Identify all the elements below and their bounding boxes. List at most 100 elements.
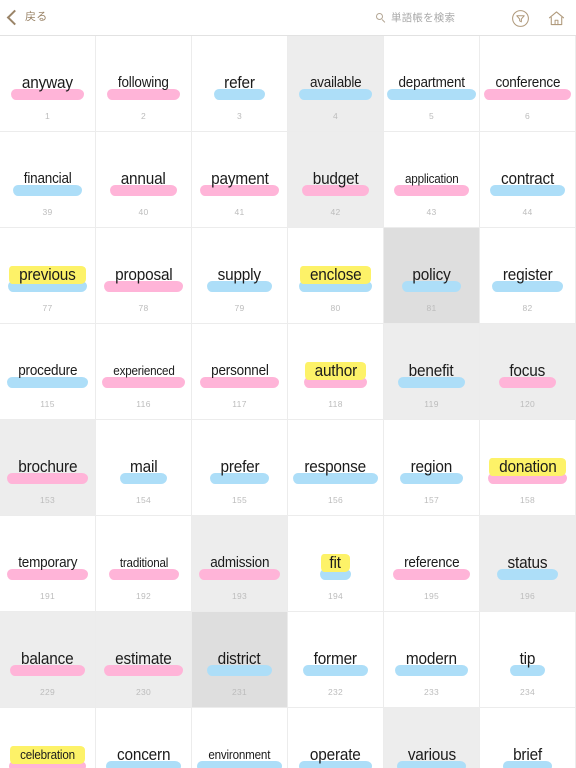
- word-card[interactable]: modern 233: [384, 612, 480, 708]
- word-card[interactable]: admission 193: [192, 516, 288, 612]
- word-card[interactable]: temporary 191: [0, 516, 96, 612]
- word-card[interactable]: celebration: [0, 708, 96, 768]
- word-card[interactable]: balance 229: [0, 612, 96, 708]
- word-card[interactable]: status 196: [480, 516, 576, 612]
- word-card[interactable]: experienced 116: [96, 324, 192, 420]
- word-card-body: brief: [480, 738, 575, 768]
- word-card-body: financial: [0, 162, 95, 196]
- word-text: region: [410, 458, 453, 476]
- word-highlight-group: available: [298, 72, 373, 100]
- word-highlight-group: status: [497, 552, 558, 580]
- word-card-body: budget: [288, 162, 383, 196]
- word-card-index: 155: [231, 494, 248, 505]
- header-actions: [510, 0, 566, 36]
- word-text: brief: [513, 746, 542, 764]
- word-highlight-group: payment: [199, 168, 280, 196]
- word-card[interactable]: procedure 115: [0, 324, 96, 420]
- word-card[interactable]: environment: [192, 708, 288, 768]
- word-card-index: 156: [327, 494, 344, 505]
- word-card-body: environment: [192, 738, 287, 768]
- word-card[interactable]: following 2: [96, 36, 192, 132]
- word-highlight-group: brochure: [6, 456, 89, 484]
- word-card[interactable]: department 5: [384, 36, 480, 132]
- word-card[interactable]: response 156: [288, 420, 384, 516]
- word-text: concern: [116, 746, 171, 764]
- word-text: anyway: [22, 74, 73, 92]
- word-text: modern: [406, 650, 457, 668]
- word-card[interactable]: operate: [288, 708, 384, 768]
- word-highlight-group: tip: [510, 648, 545, 676]
- word-card[interactable]: register 82: [480, 228, 576, 324]
- word-highlight-group: response: [293, 456, 378, 484]
- word-card-index: 44: [522, 206, 533, 217]
- word-text: procedure: [17, 363, 78, 379]
- word-highlight-group: experienced: [101, 360, 186, 388]
- word-card[interactable]: enclose 80: [288, 228, 384, 324]
- word-card-body: traditional: [96, 546, 191, 580]
- word-text: policy: [412, 266, 451, 284]
- word-card[interactable]: budget 42: [288, 132, 384, 228]
- word-card[interactable]: former 232: [288, 612, 384, 708]
- word-card[interactable]: author 118: [288, 324, 384, 420]
- word-card[interactable]: policy 81: [384, 228, 480, 324]
- word-card[interactable]: financial 39: [0, 132, 96, 228]
- word-card[interactable]: tip 234: [480, 612, 576, 708]
- word-card[interactable]: mail 154: [96, 420, 192, 516]
- word-card[interactable]: brochure 153: [0, 420, 96, 516]
- word-card[interactable]: concern: [96, 708, 192, 768]
- word-card[interactable]: district 231: [192, 612, 288, 708]
- word-card[interactable]: prefer 155: [192, 420, 288, 516]
- word-card[interactable]: previous 77: [0, 228, 96, 324]
- word-card[interactable]: region 157: [384, 420, 480, 516]
- word-card[interactable]: refer 3: [192, 36, 288, 132]
- word-card-index: 232: [327, 686, 344, 697]
- word-card[interactable]: personnel 117: [192, 324, 288, 420]
- word-card[interactable]: conference 6: [480, 36, 576, 132]
- word-card[interactable]: various: [384, 708, 480, 768]
- word-card[interactable]: available 4: [288, 36, 384, 132]
- word-card[interactable]: fit 194: [288, 516, 384, 612]
- word-card-index: 43: [426, 206, 437, 217]
- word-card-body: concern: [96, 738, 191, 768]
- word-card[interactable]: reference 195: [384, 516, 480, 612]
- word-text: focus: [509, 362, 546, 380]
- word-card[interactable]: application 43: [384, 132, 480, 228]
- word-card-body: status: [480, 546, 575, 580]
- word-card-body: prefer: [192, 450, 287, 484]
- word-card-body: mail: [96, 450, 191, 484]
- word-card[interactable]: proposal 78: [96, 228, 192, 324]
- word-card[interactable]: traditional 192: [96, 516, 192, 612]
- word-card[interactable]: donation 158: [480, 420, 576, 516]
- back-button-label: 戻る: [25, 11, 48, 23]
- word-card-body: annual: [96, 162, 191, 196]
- word-card[interactable]: contract 44: [480, 132, 576, 228]
- word-text: reference: [403, 555, 460, 571]
- word-card[interactable]: anyway 1: [0, 36, 96, 132]
- chevron-left-icon: [6, 9, 23, 26]
- word-card[interactable]: benefit 119: [384, 324, 480, 420]
- word-card[interactable]: payment 41: [192, 132, 288, 228]
- word-card-index: 39: [42, 206, 53, 217]
- word-card-body: donation: [480, 450, 575, 484]
- word-highlight-group: brief: [502, 744, 553, 768]
- filter-funnel-icon[interactable]: [510, 8, 530, 28]
- back-button[interactable]: 戻る: [6, 9, 48, 26]
- word-card[interactable]: estimate 230: [96, 612, 192, 708]
- word-card-body: anyway: [0, 66, 95, 100]
- word-card[interactable]: brief: [480, 708, 576, 768]
- word-text: admission: [209, 555, 270, 571]
- word-card[interactable]: focus 120: [480, 324, 576, 420]
- word-card[interactable]: supply 79: [192, 228, 288, 324]
- word-text: financial: [23, 171, 72, 187]
- search-input[interactable]: 単語帳を検索: [376, 0, 455, 36]
- word-text: contract: [500, 170, 555, 188]
- word-card-index: 80: [330, 302, 341, 313]
- word-card-body: operate: [288, 738, 383, 768]
- word-highlight-group: conference: [483, 72, 572, 100]
- word-card[interactable]: annual 40: [96, 132, 192, 228]
- word-card-body: author: [288, 354, 383, 388]
- search-icon: [376, 13, 386, 23]
- home-icon[interactable]: [546, 8, 566, 28]
- word-card-index: 194: [327, 590, 344, 601]
- word-text: conference: [495, 75, 560, 91]
